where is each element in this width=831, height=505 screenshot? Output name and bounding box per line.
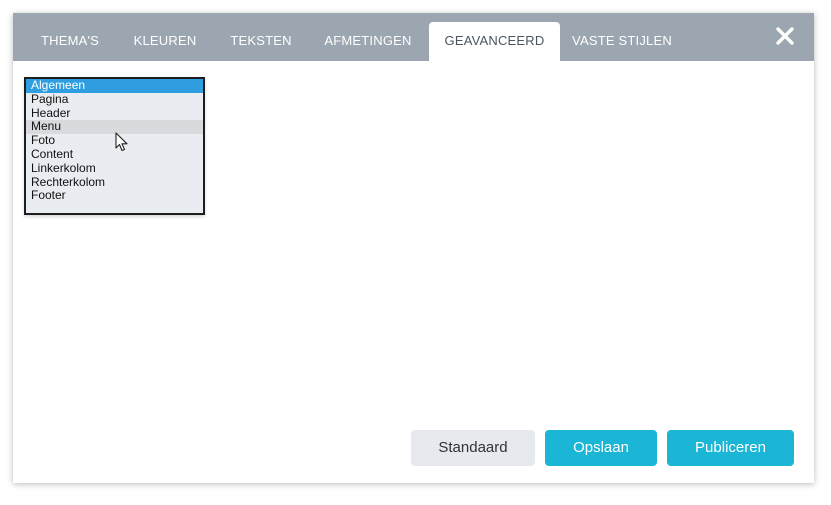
list-item[interactable]: Foto — [26, 133, 203, 148]
tab-themas[interactable]: THEMA'S — [25, 22, 115, 61]
list-item[interactable]: Content — [26, 147, 203, 162]
tab-kleuren[interactable]: KLEUREN — [125, 22, 205, 61]
close-icon[interactable] — [774, 25, 796, 47]
list-item[interactable]: Menu — [26, 120, 203, 135]
list-item[interactable]: Pagina — [26, 92, 203, 107]
list-item[interactable]: Header — [26, 106, 203, 121]
settings-dialog: THEMA'S KLEUREN TEKSTEN AFMETINGEN GEAVA… — [13, 13, 814, 483]
tab-vaste-stijlen[interactable]: VASTE STIJLEN — [570, 22, 674, 61]
list-item[interactable]: Footer — [26, 189, 203, 203]
tab-teksten[interactable]: TEKSTEN — [221, 22, 301, 61]
tab-bar: THEMA'S KLEUREN TEKSTEN AFMETINGEN GEAVA… — [13, 13, 814, 61]
list-item[interactable]: Rechterkolom — [26, 175, 203, 190]
publish-button[interactable]: Publiceren — [667, 430, 794, 466]
list-item[interactable]: Algemeen — [26, 79, 203, 93]
save-button[interactable]: Opslaan — [545, 430, 657, 466]
tab-afmetingen[interactable]: AFMETINGEN — [317, 22, 419, 61]
tab-geavanceerd[interactable]: GEAVANCEERD — [429, 22, 560, 61]
standaard-button[interactable]: Standaard — [411, 430, 535, 466]
list-item[interactable]: Linkerkolom — [26, 161, 203, 176]
section-listbox[interactable]: Algemeen Pagina Header Menu Foto Content… — [24, 77, 205, 215]
